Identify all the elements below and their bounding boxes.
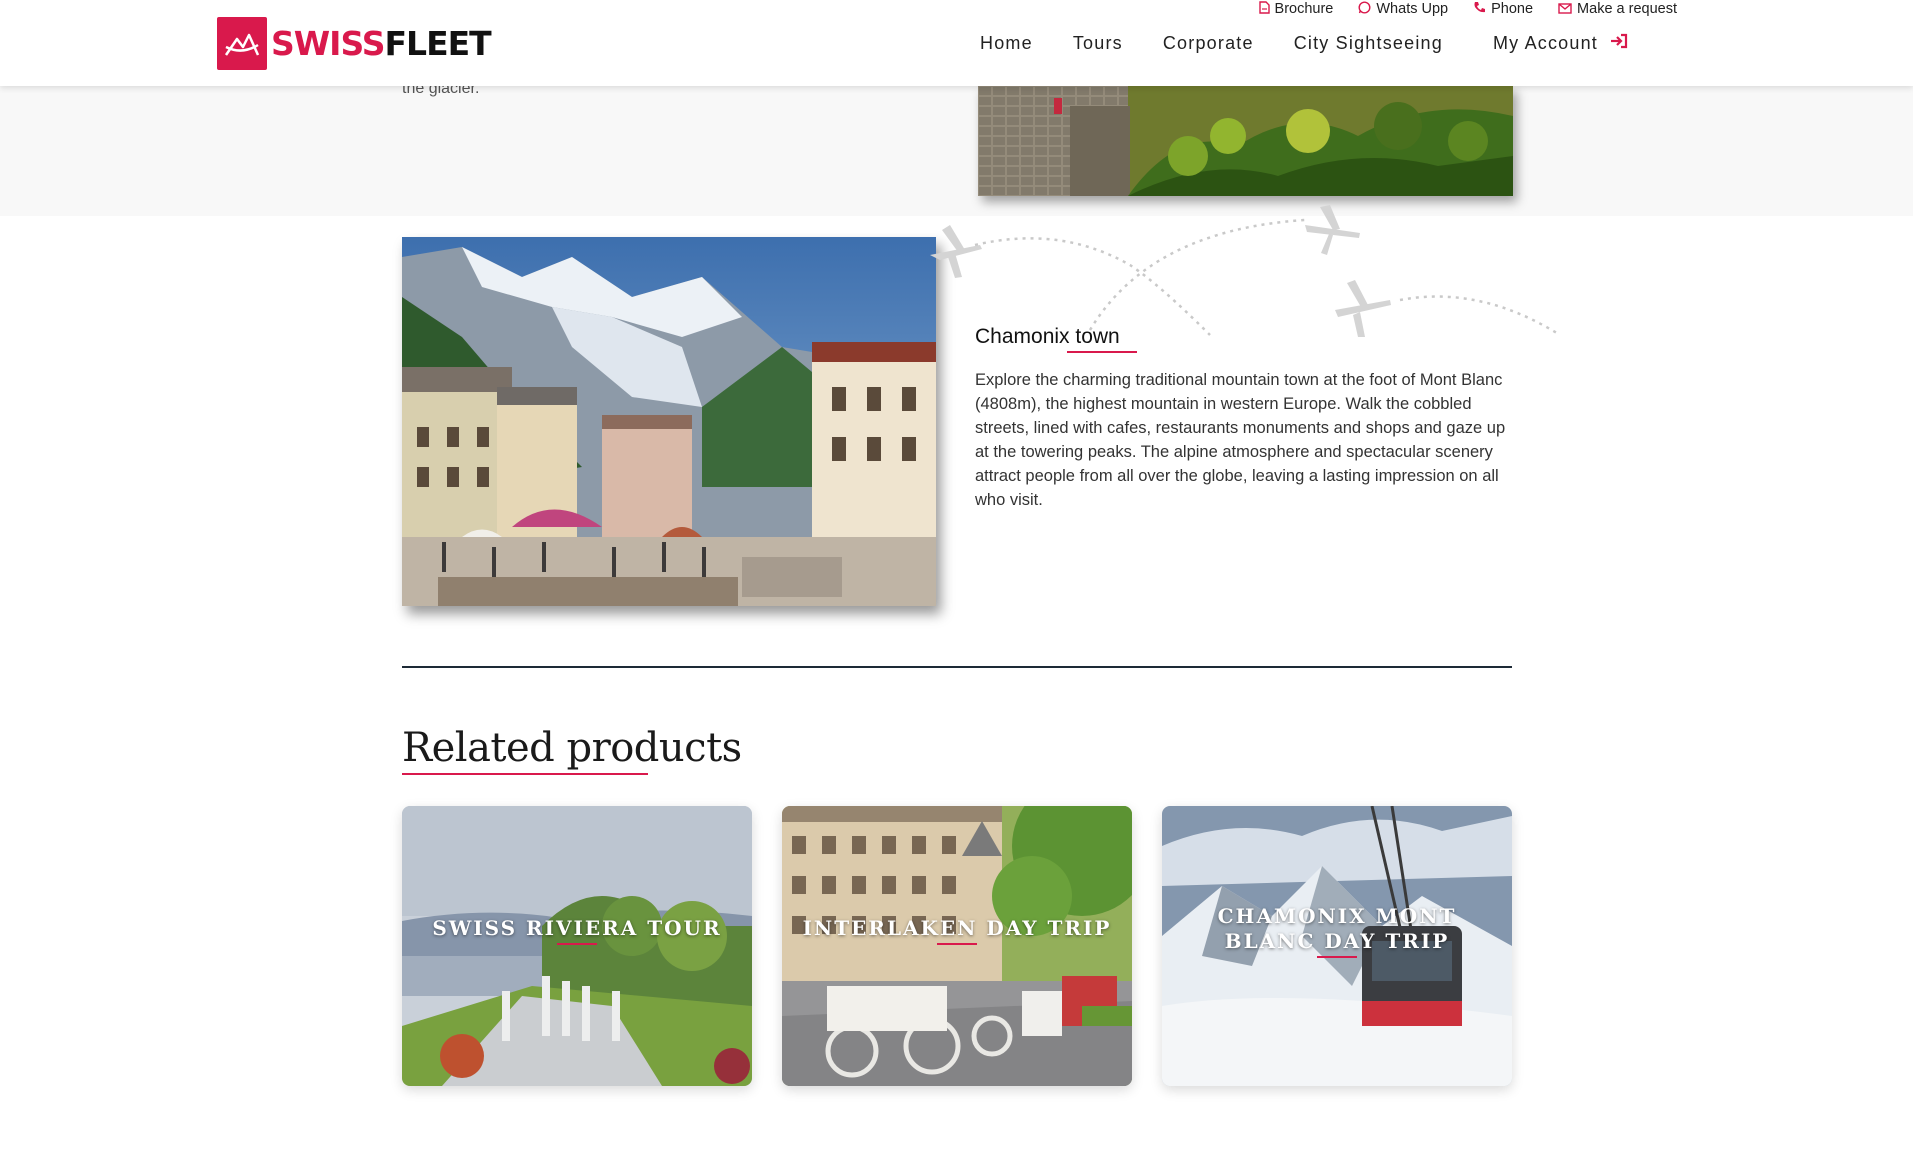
card-label-underline	[937, 943, 977, 945]
logo-mark-icon	[217, 17, 267, 70]
card-label-underline	[1317, 956, 1357, 958]
brochure-link[interactable]: Brochure	[1258, 0, 1334, 18]
phone-label: Phone	[1491, 1, 1534, 17]
title-underline	[1067, 351, 1137, 353]
my-account-label: My Account	[1492, 33, 1599, 53]
request-label: Make a request	[1577, 1, 1677, 17]
whatsapp-link[interactable]: Whats Upp	[1358, 0, 1448, 18]
logo-text-fleet: FLEET	[384, 24, 492, 63]
phone-link[interactable]: Phone	[1473, 0, 1533, 18]
product-card-label: INTERLAKEN DAY TRIP	[782, 916, 1132, 945]
logo-text-swiss: SWISS	[271, 24, 385, 63]
pdf-file-icon	[1258, 1, 1270, 17]
related-products-list: SWISS RIVIERA TOUR INTERLAKEN DAY TRIP C…	[402, 806, 1512, 1086]
chamonix-title-text: Chamonix town	[975, 325, 1120, 348]
sign-in-icon	[1610, 33, 1628, 54]
nav-item-tours[interactable]: Tours	[1073, 33, 1123, 54]
plane-decoration-icon	[930, 205, 1560, 337]
whatsapp-label: Whats Upp	[1376, 1, 1449, 17]
product-card-label: SWISS RIVIERA TOUR	[402, 916, 752, 945]
chamonix-title: Chamonix town	[975, 325, 1137, 353]
nav-item-city-sightseeing[interactable]: City Sightseeing	[1294, 33, 1443, 54]
product-card-swiss-riviera[interactable]: SWISS RIVIERA TOUR	[402, 806, 752, 1086]
phone-icon	[1473, 1, 1486, 17]
chamonix-description: Explore the charming traditional mountai…	[975, 371, 1506, 509]
request-link[interactable]: Make a request	[1558, 0, 1677, 18]
site-header: SWISSFLEET Brochure Whats Upp Phone Make…	[0, 0, 1913, 86]
product-card-chamonix-mont-blanc[interactable]: CHAMONIX MONT BLANC DAY TRIP	[1162, 806, 1512, 1086]
brochure-label: Brochure	[1274, 1, 1334, 17]
previous-section-band	[0, 86, 1913, 216]
related-products-title: Related products	[402, 725, 742, 775]
card-overlay	[782, 806, 1132, 1086]
related-products-title-text: Related products	[402, 725, 742, 771]
product-card-interlaken[interactable]: INTERLAKEN DAY TRIP	[782, 806, 1132, 1086]
section-divider	[402, 666, 1512, 668]
chamonix-town-image	[402, 237, 936, 606]
main-nav: Home Tours Corporate City Sightseeing My…	[980, 33, 1628, 54]
product-card-title: SWISS RIVIERA TOUR	[432, 916, 722, 940]
product-card-title: CHAMONIX MONT BLANC DAY TRIP	[1217, 904, 1457, 953]
nav-item-corporate[interactable]: Corporate	[1163, 33, 1254, 54]
logo[interactable]: SWISSFLEET	[217, 17, 492, 70]
whatsapp-icon	[1358, 1, 1371, 17]
top-utility-bar: Brochure Whats Upp Phone Make a request	[1258, 0, 1677, 18]
previous-section-image	[978, 86, 1513, 196]
product-card-title: INTERLAKEN DAY TRIP	[802, 916, 1112, 940]
nav-item-home[interactable]: Home	[980, 33, 1033, 54]
logo-text: SWISSFLEET	[271, 24, 492, 63]
my-account-link[interactable]: My Account	[1493, 33, 1628, 54]
card-label-underline	[557, 943, 597, 945]
envelope-icon	[1558, 2, 1572, 17]
product-card-label: CHAMONIX MONT BLANC DAY TRIP	[1162, 904, 1512, 958]
related-title-underline	[402, 773, 648, 775]
card-overlay	[402, 806, 752, 1086]
